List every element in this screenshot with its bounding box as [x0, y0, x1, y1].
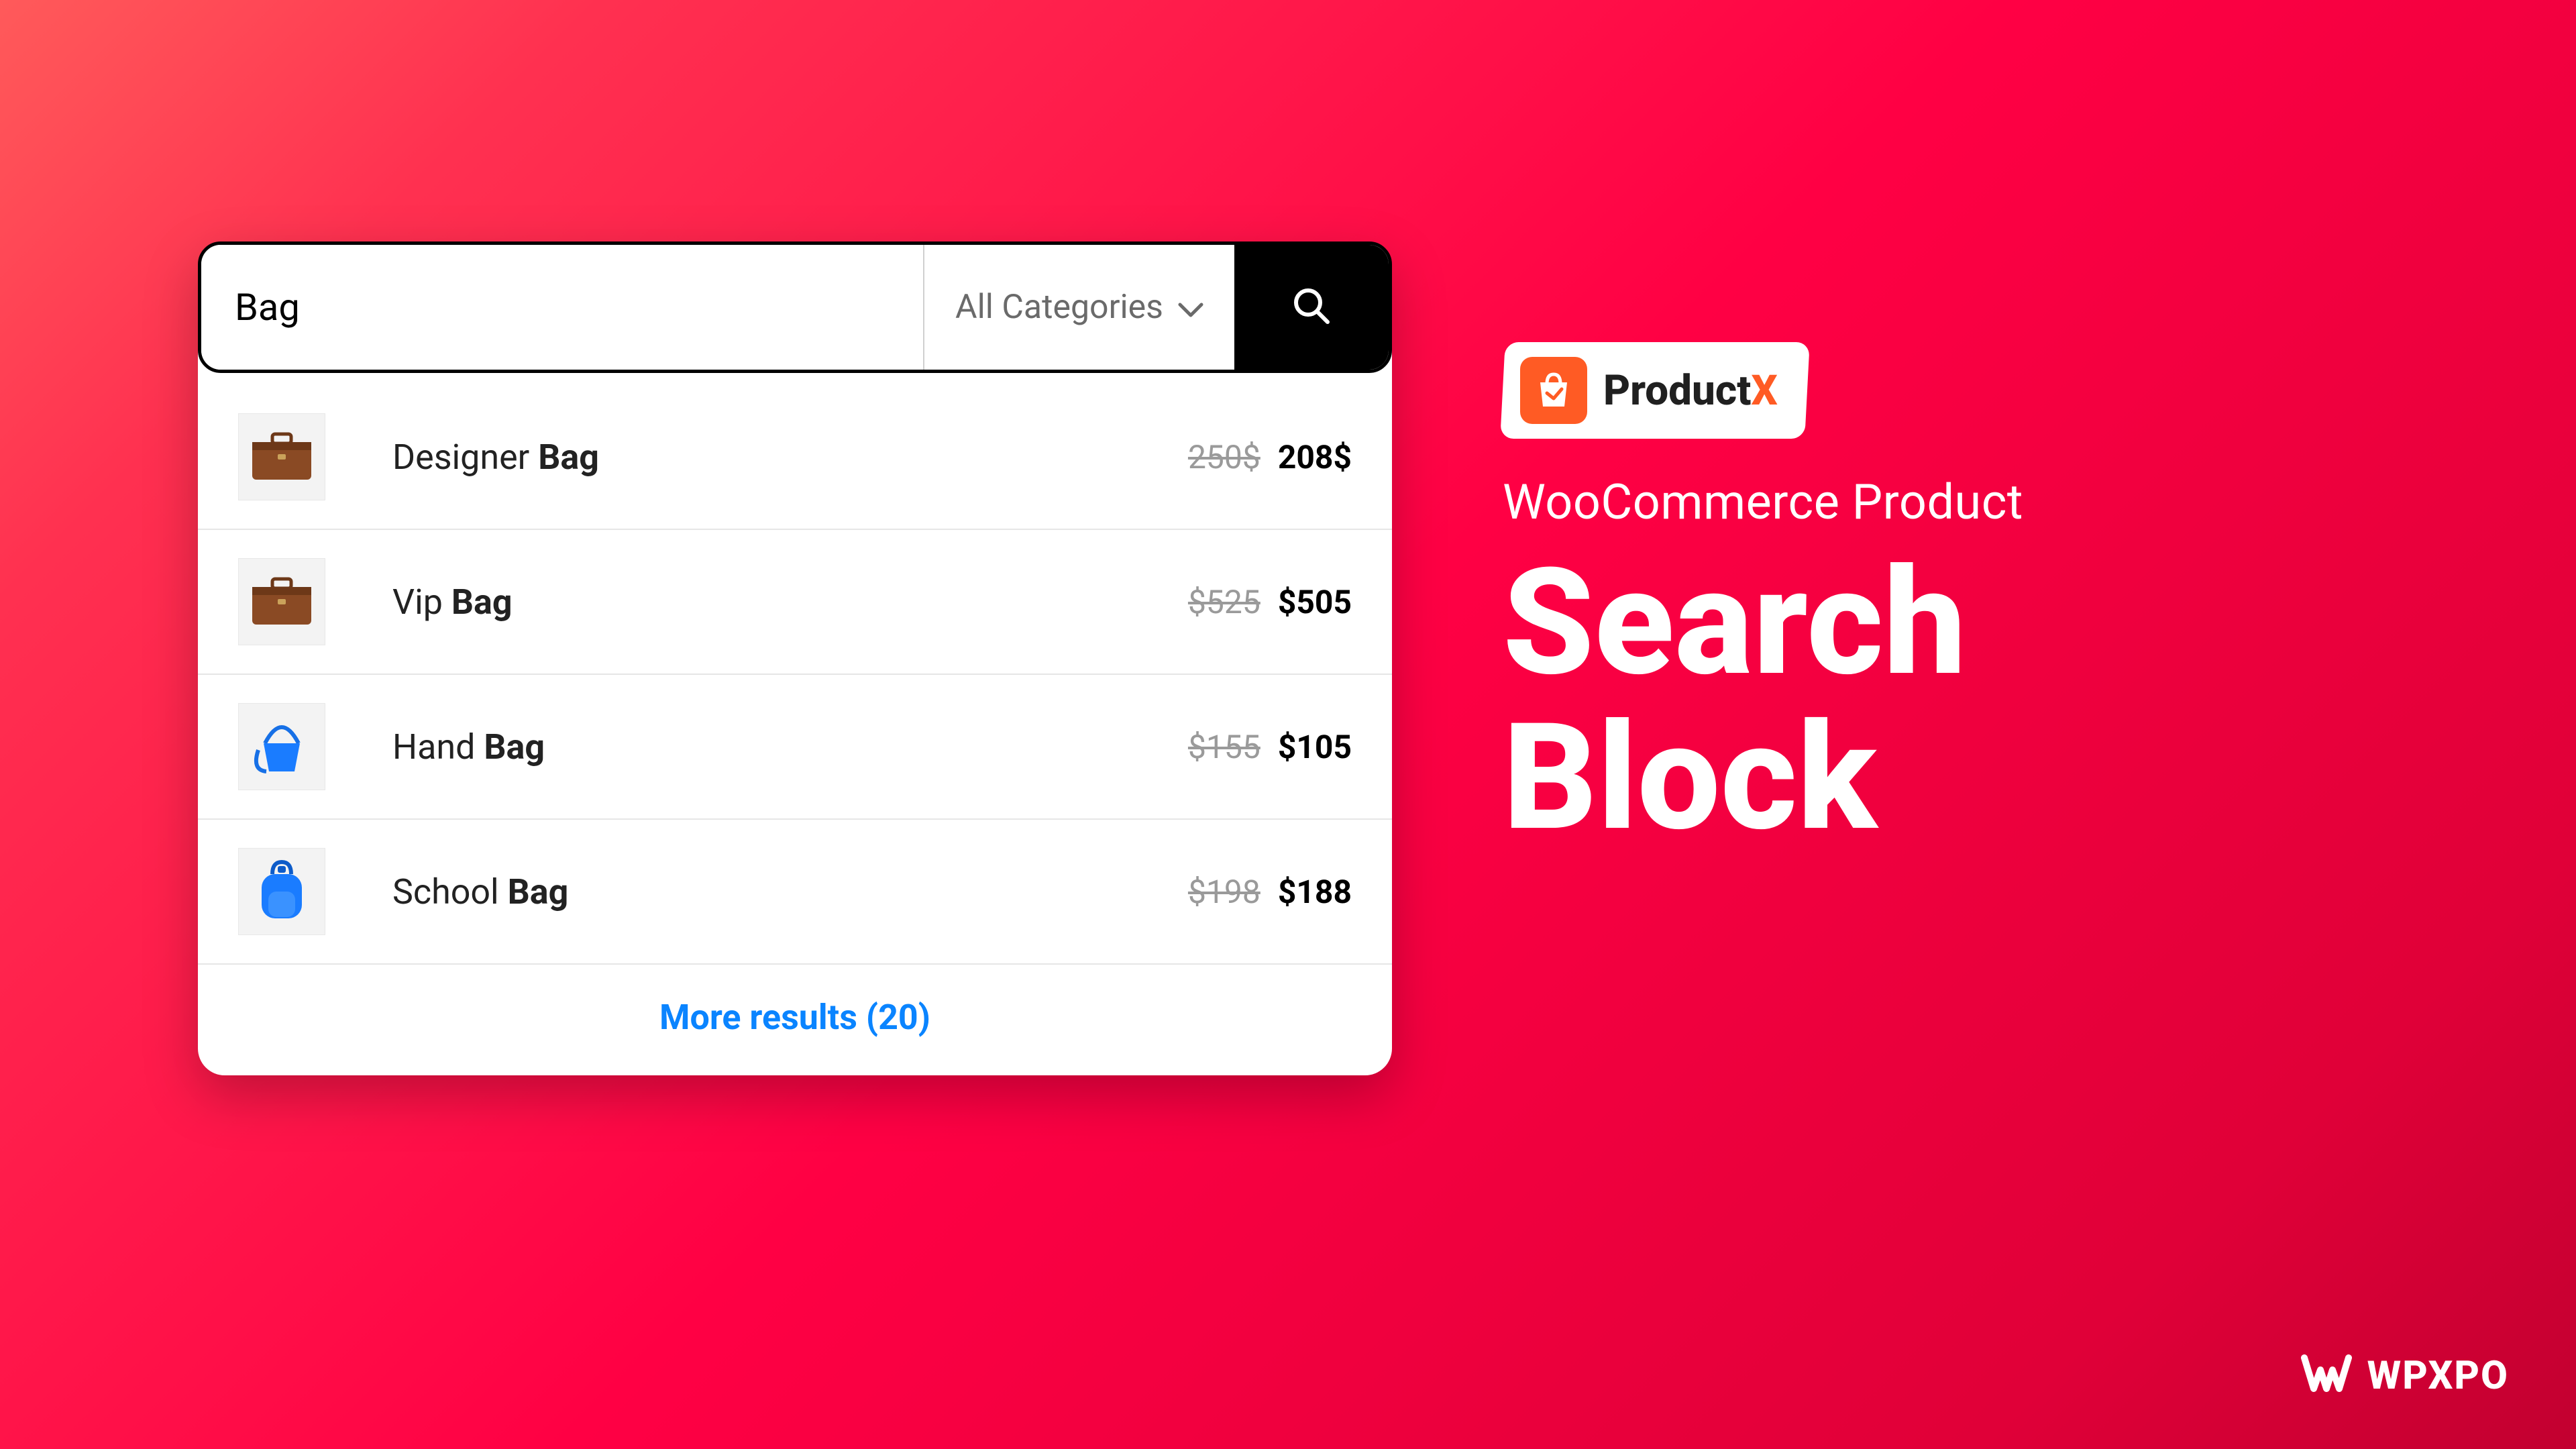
product-name: Vip Bag — [325, 582, 1188, 623]
footer-logo: WPXPO — [2300, 1350, 2509, 1402]
old-price: 250$ — [1188, 438, 1260, 476]
search-bar: All Categories — [198, 241, 1392, 373]
product-thumb — [238, 413, 325, 500]
badge-label: ProductX — [1603, 366, 1778, 415]
result-item[interactable]: School Bag $198 $188 — [198, 818, 1392, 963]
new-price: $105 — [1278, 728, 1352, 766]
search-icon — [1291, 286, 1332, 329]
product-name: Hand Bag — [325, 727, 1188, 767]
footer-logo-text: WPXPO — [2367, 1353, 2509, 1399]
shopping-bag-icon — [1520, 357, 1587, 424]
product-name: School Bag — [325, 871, 1188, 912]
hero-text: ProductX WooCommerce Product Search Bloc… — [1503, 342, 2442, 855]
old-price: $155 — [1188, 728, 1260, 766]
product-prices: $198 $188 — [1188, 873, 1352, 911]
productx-badge: ProductX — [1500, 342, 1809, 439]
new-price: 208$ — [1278, 438, 1352, 476]
product-name: Designer Bag — [325, 437, 1188, 478]
briefcase-icon — [250, 431, 314, 482]
hero-subtitle: WooCommerce Product — [1503, 474, 2442, 531]
chevron-down-icon — [1178, 288, 1203, 327]
more-results-row: More results (20) — [198, 963, 1392, 1075]
category-dropdown[interactable]: All Categories — [923, 245, 1234, 370]
handbag-icon — [252, 716, 312, 777]
product-thumb — [238, 558, 325, 645]
category-label: All Categories — [955, 288, 1163, 327]
product-prices: 250$ 208$ — [1188, 438, 1352, 476]
old-price: $525 — [1188, 583, 1260, 621]
result-item[interactable]: Vip Bag $525 $505 — [198, 529, 1392, 674]
search-panel: All Categories Designer Bag — [198, 241, 1392, 1075]
backpack-icon — [255, 859, 309, 924]
more-results-link[interactable]: More results (20) — [659, 997, 930, 1038]
search-button[interactable] — [1234, 245, 1389, 370]
product-thumb — [238, 703, 325, 790]
briefcase-icon — [250, 576, 314, 627]
product-prices: $155 $105 — [1188, 728, 1352, 766]
product-prices: $525 $505 — [1188, 583, 1352, 621]
result-item[interactable]: Hand Bag $155 $105 — [198, 674, 1392, 818]
old-price: $198 — [1188, 873, 1260, 911]
product-thumb — [238, 848, 325, 935]
new-price: $505 — [1278, 583, 1352, 621]
hero-title: Search Block — [1503, 545, 2442, 855]
results-list: Designer Bag 250$ 208$ Vip Bag $525 — [198, 373, 1392, 963]
search-input[interactable] — [201, 245, 923, 370]
wpxpo-mark-icon — [2300, 1350, 2353, 1402]
result-item[interactable]: Designer Bag 250$ 208$ — [198, 373, 1392, 529]
new-price: $188 — [1278, 873, 1352, 911]
